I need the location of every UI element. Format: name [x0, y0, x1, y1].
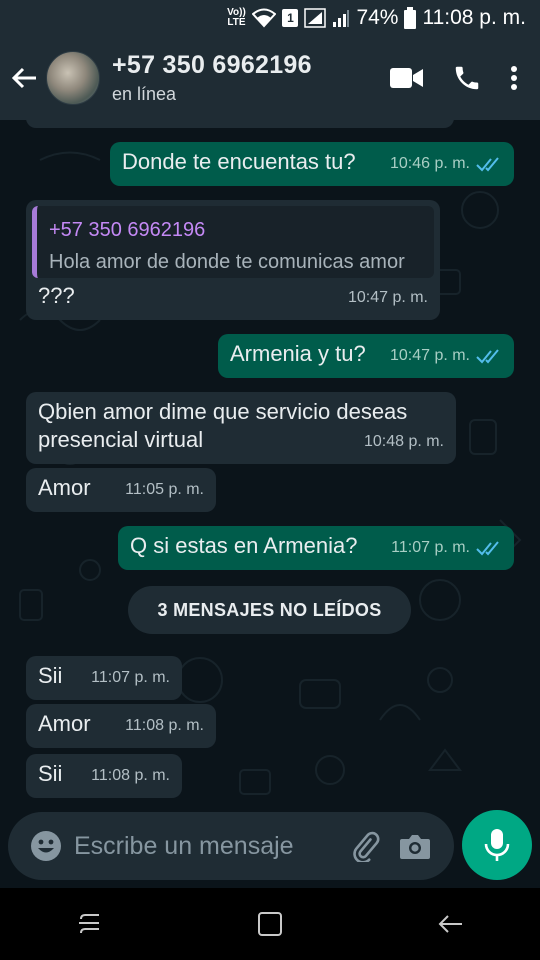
- message-bubble-incoming[interactable]: Qbien amor dime que servicio deseas pres…: [26, 392, 456, 464]
- avatar[interactable]: [46, 51, 100, 105]
- message-text: Donde te encuentas tu?: [122, 149, 356, 174]
- quoted-message[interactable]: +57 350 6962196 Hola amor de donde te co…: [32, 206, 434, 278]
- message-bubble-outgoing[interactable]: Donde te encuentas tu? 10:46 p. m.: [110, 142, 514, 186]
- signal-icon: [332, 8, 350, 28]
- volte-indicator: Vo)) LTE: [227, 7, 246, 28]
- message-time: 11:05 p. m.: [125, 481, 204, 498]
- battery-icon: [404, 7, 417, 29]
- message-meta: 10:47 p. m.: [390, 342, 502, 370]
- home-button[interactable]: [240, 894, 300, 954]
- recents-button[interactable]: [60, 894, 120, 954]
- video-camera-icon: [390, 68, 423, 88]
- message-bubble-outgoing[interactable]: Q si estas en Armenia? 11:07 p. m.: [118, 526, 514, 570]
- sim-badge: 1: [282, 9, 299, 27]
- emoji-button[interactable]: [22, 822, 70, 870]
- system-navigation-bar: [0, 888, 540, 960]
- wifi-icon: [252, 8, 277, 28]
- contact-status: en línea: [112, 84, 177, 104]
- message-time: 10:47 p. m.: [347, 289, 428, 306]
- recent-apps-icon: [79, 914, 99, 934]
- message-time: 10:46 p. m.: [389, 155, 470, 172]
- arrow-left-icon: [11, 67, 36, 89]
- message-bubble-incoming[interactable]: Sii 11:07 p. m.: [26, 656, 182, 700]
- message-text: ???: [38, 283, 75, 308]
- message-composer: [8, 812, 454, 880]
- voice-message-button[interactable]: [462, 810, 532, 880]
- double-check-icon: [476, 157, 499, 172]
- contact-name: +57 350 6962196: [112, 51, 312, 79]
- double-check-icon: [476, 349, 499, 364]
- camera-button[interactable]: [392, 822, 438, 870]
- more-vertical-icon: [511, 66, 517, 90]
- message-text: Sii: [38, 663, 63, 688]
- battery-percent: 74%: [356, 6, 399, 29]
- message-time: 11:08 p. m.: [125, 717, 204, 734]
- video-call-button[interactable]: [390, 67, 424, 89]
- signal-r-icon: [304, 8, 327, 28]
- emoji-icon: [31, 831, 61, 861]
- message-text: Qbien amor dime que servicio deseas pres…: [38, 399, 408, 452]
- message-text: Amor: [38, 711, 91, 736]
- nav-back-icon: [438, 915, 462, 933]
- message-text: Amor: [38, 475, 91, 500]
- system-back-button[interactable]: [420, 894, 480, 954]
- message-meta: 10:46 p. m.: [390, 150, 502, 178]
- chat-header: +57 350 6962196 en línea: [0, 36, 540, 120]
- home-square-icon: [258, 912, 282, 936]
- message-bubble-outgoing[interactable]: Armenia y tu? 10:47 p. m.: [218, 334, 514, 378]
- message-text: Q si estas en Armenia?: [130, 533, 358, 558]
- quoted-author: +57 350 6962196: [49, 219, 206, 241]
- message-time: 11:07 p. m.: [391, 539, 470, 556]
- voice-call-button[interactable]: [452, 63, 482, 93]
- microphone-icon: [484, 829, 510, 861]
- message-meta: 11:07 p. m.: [391, 534, 502, 562]
- message-time: 10:48 p. m.: [363, 433, 444, 450]
- message-bubble-incoming[interactable]: Amor 11:05 p. m.: [26, 468, 216, 512]
- unread-messages-divider: 3 MENSAJES NO LEÍDOS: [128, 586, 411, 634]
- message-input[interactable]: [74, 831, 342, 861]
- status-time: 11:08 p. m.: [422, 6, 526, 29]
- message-time: 10:47 p. m.: [389, 347, 470, 364]
- message-text: Sii: [38, 761, 63, 786]
- message-text: Armenia y tu?: [230, 341, 366, 366]
- paperclip-icon: [353, 831, 380, 862]
- back-button[interactable]: [4, 48, 44, 108]
- message-time: 11:07 p. m.: [91, 669, 170, 686]
- status-bar: Vo)) LTE 1 74% 11:08 p. m.: [0, 0, 540, 36]
- camera-icon: [400, 835, 430, 859]
- phone-icon: [455, 66, 479, 90]
- contact-info[interactable]: +57 350 6962196 en línea: [112, 51, 390, 105]
- message-bubble-incoming[interactable]: Sii 11:08 p. m.: [26, 754, 182, 798]
- quoted-text: Hola amor de donde te comunicas amor: [49, 251, 405, 273]
- message-bubble-incoming-reply[interactable]: +57 350 6962196 Hola amor de donde te co…: [26, 200, 440, 320]
- attach-button[interactable]: [342, 822, 388, 870]
- header-actions: [390, 63, 518, 93]
- message-bubble-incoming[interactable]: Amor 11:08 p. m.: [26, 704, 216, 748]
- message-bubble-partial: [26, 120, 454, 128]
- double-check-icon: [476, 541, 499, 556]
- message-time: 11:08 p. m.: [91, 767, 170, 784]
- more-options-button[interactable]: [510, 65, 518, 91]
